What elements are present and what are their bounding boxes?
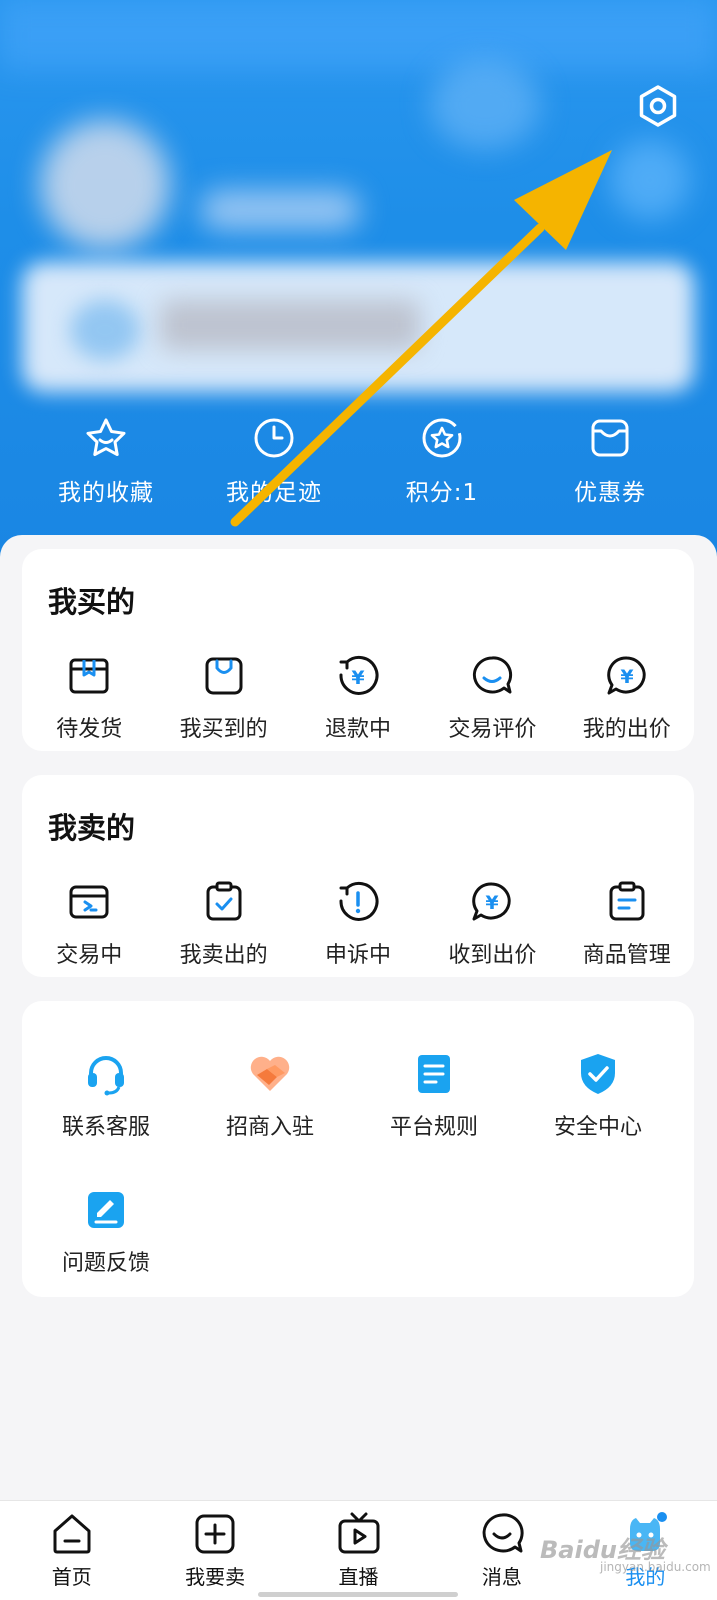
services-card: 联系客服 招商入驻 平台规则 安全中心 问题反馈	[22, 1001, 694, 1297]
service-label: 招商入驻	[225, 1115, 314, 1140]
comment-icon	[473, 656, 513, 694]
chat-icon	[482, 1513, 524, 1553]
plus-square-icon	[195, 1514, 235, 1554]
tv-play-icon	[338, 1512, 380, 1554]
document-icon	[418, 1055, 450, 1093]
selling-item-in-transaction[interactable]: 交易中	[22, 879, 156, 969]
alert-icon	[339, 881, 379, 921]
svg-text:¥: ¥	[351, 667, 364, 689]
selling-item-sold[interactable]: 我卖出的	[156, 879, 290, 969]
header-decoration	[610, 140, 690, 220]
clipboard-check-icon	[206, 881, 242, 921]
shopping-bag-icon	[205, 657, 243, 695]
avatar[interactable]	[40, 120, 170, 250]
quick-link-points[interactable]: 积分:1	[358, 415, 526, 507]
quick-links: 我的收藏 我的足迹 积分:1 优惠券	[22, 415, 694, 507]
coupon-icon	[591, 419, 629, 457]
settings-button[interactable]	[636, 84, 680, 128]
member-card-text-blurred	[160, 300, 420, 350]
service-feedback[interactable]: 问题反馈	[22, 1187, 190, 1277]
nav-sell[interactable]: 我要卖	[143, 1501, 286, 1600]
service-customer-support[interactable]: 联系客服	[22, 1051, 190, 1141]
selling-item-appeal[interactable]: 申诉中	[291, 879, 425, 969]
star-icon	[86, 418, 126, 456]
main-content: 我买的 待发货 我买到的 ¥ 退款中 交易评价 ¥ 我的出价 我卖的 交易中 我…	[0, 535, 717, 1505]
selling-item-received-bids[interactable]: ¥ 收到出价	[425, 879, 559, 969]
buying-item-label: 退款中	[324, 717, 391, 742]
service-security-center[interactable]: 安全中心	[514, 1051, 682, 1141]
selling-grid: 交易中 我卖出的 申诉中 ¥ 收到出价 商品管理	[22, 879, 694, 969]
buying-grid: 待发货 我买到的 ¥ 退款中 交易评价 ¥ 我的出价	[22, 653, 694, 743]
buying-item-pending-shipment[interactable]: 待发货	[22, 653, 156, 743]
nav-label: 直播	[338, 1565, 379, 1589]
quick-link-label: 积分:1	[405, 480, 479, 506]
yuan-bubble-icon: ¥	[472, 882, 512, 921]
buying-title: 我买的	[48, 585, 136, 619]
quick-link-coupons[interactable]: 优惠券	[526, 415, 694, 507]
username-blurred	[200, 190, 360, 230]
selling-item-label: 我卖出的	[179, 943, 268, 968]
headset-icon	[88, 1056, 124, 1096]
clock-icon	[254, 418, 294, 458]
home-indicator	[258, 1592, 458, 1597]
selling-item-label: 商品管理	[582, 943, 671, 968]
service-merchant-join[interactable]: 招商入驻	[186, 1051, 354, 1141]
header-blur-band	[0, 0, 717, 70]
svg-text:¥: ¥	[486, 892, 499, 914]
shield-check-icon	[581, 1054, 615, 1094]
buying-item-my-bids[interactable]: ¥ 我的出价	[560, 653, 694, 743]
service-label: 问题反馈	[61, 1251, 150, 1276]
handshake-icon	[250, 1056, 290, 1091]
wallet-icon	[69, 885, 109, 919]
buying-item-label: 我的出价	[582, 717, 671, 742]
refund-icon: ¥	[339, 655, 379, 695]
buying-item-label: 我买到的	[179, 717, 268, 742]
selling-title: 我卖的	[48, 811, 136, 845]
header-decoration	[430, 60, 540, 150]
buying-item-review[interactable]: 交易评价	[425, 653, 559, 743]
buying-item-refunding[interactable]: ¥ 退款中	[291, 653, 425, 743]
quick-link-label: 优惠券	[574, 480, 646, 506]
svg-text:¥: ¥	[620, 666, 633, 688]
buying-card: 我买的 待发货 我买到的 ¥ 退款中 交易评价 ¥ 我的出价	[22, 549, 694, 751]
nav-live[interactable]: 直播	[287, 1501, 430, 1600]
profile-header: 我的收藏 我的足迹 积分:1 优惠券	[0, 0, 717, 560]
member-card-icon	[70, 300, 140, 360]
quick-link-favorites[interactable]: 我的收藏	[22, 415, 190, 507]
selling-item-label: 收到出价	[448, 943, 537, 968]
nav-label: 消息	[481, 1565, 522, 1589]
quick-link-label: 我的足迹	[226, 480, 322, 506]
selling-card: 我卖的 交易中 我卖出的 申诉中 ¥ 收到出价 商品管理	[22, 775, 694, 977]
nav-label: 我要卖	[185, 1565, 246, 1589]
buying-item-label: 待发货	[56, 717, 123, 742]
nav-label: 首页	[51, 1565, 92, 1589]
service-label: 安全中心	[553, 1115, 642, 1140]
badge-star-icon	[422, 418, 462, 458]
buying-item-purchased[interactable]: 我买到的	[156, 653, 290, 743]
selling-item-label: 交易中	[56, 943, 123, 968]
yuan-bubble-icon: ¥	[606, 656, 646, 695]
service-label: 联系客服	[61, 1115, 150, 1140]
service-label: 平台规则	[389, 1115, 478, 1140]
quick-link-history[interactable]: 我的足迹	[190, 415, 358, 507]
selling-item-product-management[interactable]: 商品管理	[560, 879, 694, 969]
selling-item-label: 申诉中	[324, 943, 391, 968]
clipboard-list-icon	[609, 881, 645, 921]
watermark-url: jingyan.baidu.com	[600, 1560, 711, 1574]
nav-home[interactable]: 首页	[0, 1501, 143, 1600]
service-platform-rules[interactable]: 平台规则	[350, 1051, 518, 1141]
package-icon	[69, 658, 109, 694]
hexagon-gear-icon	[639, 85, 677, 127]
edit-icon	[88, 1192, 124, 1228]
buying-item-label: 交易评价	[448, 717, 537, 742]
quick-link-label: 我的收藏	[58, 480, 154, 506]
home-icon	[53, 1514, 91, 1554]
